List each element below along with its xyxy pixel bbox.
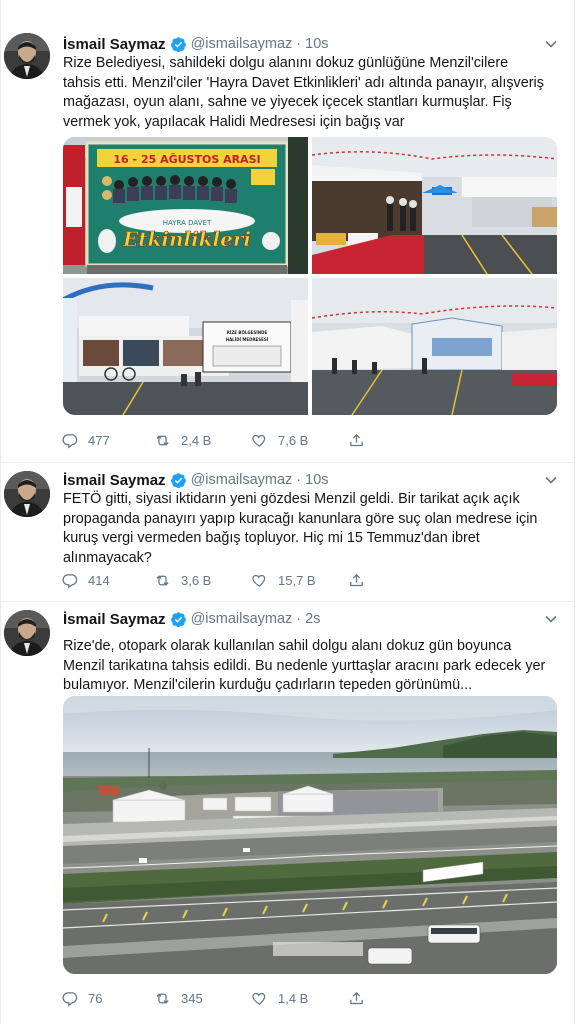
timeline-feed: İsmail Saymaz @ismailsaymaz · 10s Rize B… — [0, 0, 575, 1024]
like-count: 1,4 B — [278, 990, 309, 1006]
banner-main: Etkinlikleri — [122, 227, 251, 251]
sign-text-2: HALİDİ MEDRESESİ — [226, 337, 269, 342]
retweet-icon — [156, 434, 169, 446]
author-handle[interactable]: @ismailsaymaz — [191, 611, 293, 627]
share-icon — [350, 573, 363, 586]
reply-button[interactable]: 477 — [61, 432, 154, 449]
share-icon — [350, 433, 363, 446]
reply-icon — [62, 573, 78, 588]
verified-badge-icon — [170, 472, 186, 488]
share-icon — [350, 991, 363, 1004]
chevron-down-icon[interactable] — [544, 37, 558, 51]
timestamp[interactable]: 10s — [305, 472, 328, 488]
tweet-text: Rize Belediyesi, sahildeki dolgu alanını… — [63, 55, 544, 130]
tweet[interactable]: İsmail Saymaz @ismailsaymaz · 10s Rize B… — [1, 22, 574, 463]
author-handle[interactable]: @ismailsaymaz — [191, 36, 293, 52]
tweet-actions: 414 3,6 B 15,7 B — [61, 570, 375, 590]
like-count: 15,7 B — [278, 572, 316, 588]
like-button[interactable]: 7,6 B — [251, 432, 348, 449]
tweet-header: İsmail Saymaz @ismailsaymaz · 2s — [63, 609, 320, 629]
author-handle[interactable]: @ismailsaymaz — [191, 472, 293, 488]
reply-icon — [62, 991, 78, 1006]
photo-grid: 16 - 25 AĞUSTOS ARASI HAYRA DAVET Etkinl… — [63, 137, 557, 415]
chevron-down-icon[interactable] — [544, 612, 558, 626]
banner-dates: 16 - 25 AĞUSTOS ARASI — [113, 153, 260, 166]
retweet-count: 2,4 B — [181, 432, 212, 448]
verified-badge-icon — [170, 611, 186, 627]
avatar[interactable] — [4, 33, 50, 79]
tweet[interactable]: İsmail Saymaz @ismailsaymaz · 2s Rize'de… — [1, 601, 574, 1024]
reply-count: 414 — [88, 572, 110, 588]
author-name[interactable]: İsmail Saymaz — [63, 36, 166, 53]
author-name[interactable]: İsmail Saymaz — [63, 611, 166, 628]
retweet-count: 3,6 B — [181, 572, 212, 588]
reply-button[interactable]: 76 — [61, 990, 154, 1007]
separator-dot: · — [296, 611, 302, 627]
tweet-header: İsmail Saymaz @ismailsaymaz · 10s — [63, 470, 329, 490]
like-icon — [252, 434, 266, 447]
tweet[interactable]: İsmail Saymaz @ismailsaymaz · 10s FETÖ g… — [1, 462, 574, 602]
avatar[interactable] — [4, 471, 50, 517]
author-name[interactable]: İsmail Saymaz — [63, 472, 166, 489]
retweet-icon — [156, 992, 169, 1004]
like-icon — [252, 574, 266, 587]
like-button[interactable]: 1,4 B — [251, 990, 348, 1007]
banner-sub: HAYRA DAVET — [163, 219, 212, 227]
retweet-button[interactable]: 2,4 B — [154, 432, 251, 449]
share-button[interactable] — [348, 990, 375, 1007]
retweet-count: 345 — [181, 990, 203, 1006]
photo-stalls[interactable] — [312, 137, 557, 274]
share-button[interactable] — [348, 572, 375, 589]
separator-dot: · — [296, 472, 302, 488]
retweet-button[interactable]: 3,6 B — [154, 572, 251, 589]
like-count: 7,6 B — [278, 432, 309, 448]
sign-text: RİZE BÖLGESİNDE — [227, 330, 268, 335]
reply-count: 477 — [88, 432, 110, 448]
tweet-text: Rize'de, otopark olarak kullanılan sahil… — [63, 638, 546, 693]
reply-icon — [62, 433, 78, 448]
tweet-text: FETÖ gitti, siyasi iktidarın yeni gözdes… — [63, 491, 538, 566]
retweet-icon — [156, 574, 169, 586]
like-button[interactable]: 15,7 B — [251, 572, 348, 589]
tweet-actions: 76 345 1,4 B — [61, 988, 375, 1008]
like-icon — [252, 992, 266, 1005]
retweet-button[interactable]: 345 — [154, 990, 251, 1007]
reply-count: 76 — [88, 990, 103, 1006]
separator-dot: · — [296, 36, 302, 52]
photo-aerial-view[interactable] — [63, 696, 557, 974]
tweet-header: İsmail Saymaz @ismailsaymaz · 10s — [63, 34, 329, 54]
tweet-actions: 477 2,4 B 7,6 B — [61, 430, 375, 450]
reply-button[interactable]: 414 — [61, 572, 154, 589]
photo-banner[interactable]: 16 - 25 AĞUSTOS ARASI HAYRA DAVET Etkinl… — [63, 137, 308, 274]
timestamp[interactable]: 10s — [305, 36, 328, 52]
photo-truck-sign[interactable]: RİZE BÖLGESİNDE HALİDİ MEDRESESİ — [63, 278, 308, 415]
avatar[interactable] — [4, 610, 50, 656]
chevron-down-icon[interactable] — [544, 473, 558, 487]
photo-tents[interactable] — [312, 278, 557, 415]
share-button[interactable] — [348, 432, 375, 449]
timestamp[interactable]: 2s — [305, 611, 320, 627]
verified-badge-icon — [170, 36, 186, 52]
